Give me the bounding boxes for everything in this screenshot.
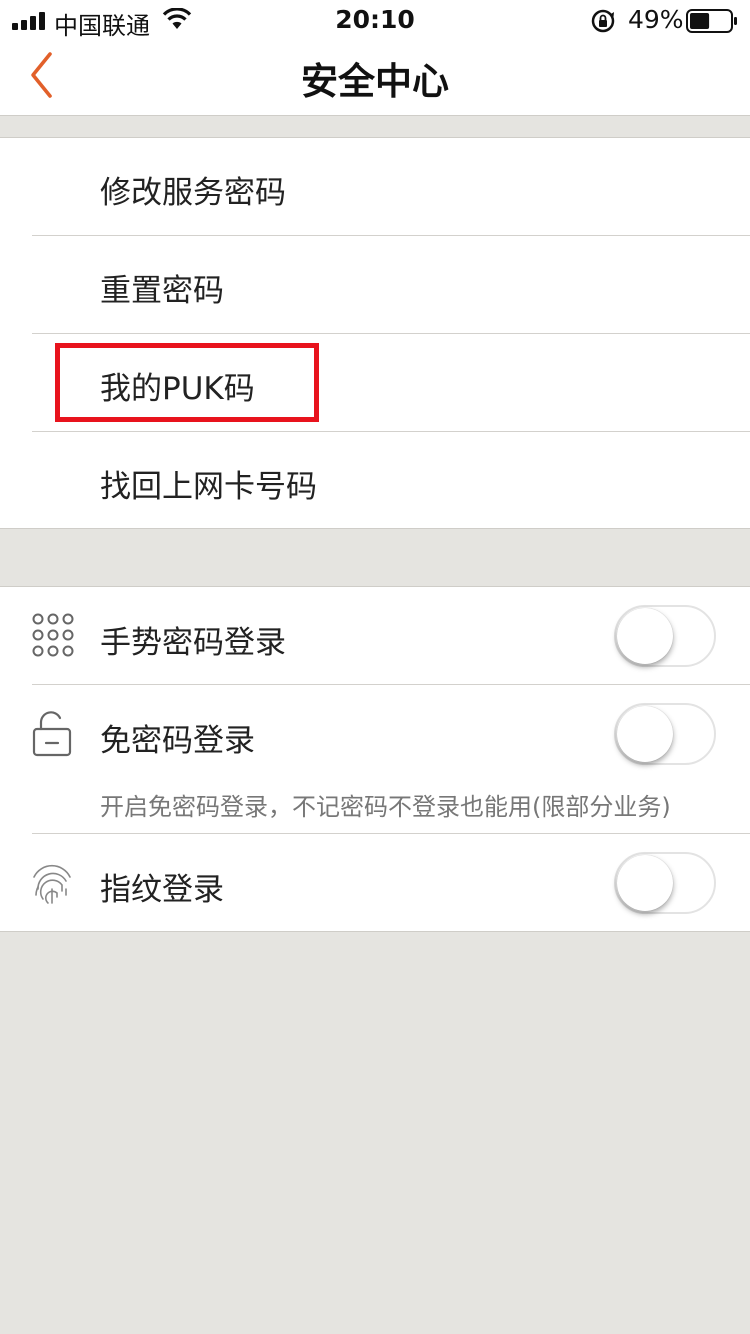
rotation-lock-icon: [591, 9, 615, 33]
status-bar: 中国联通 20:10 49%: [0, 0, 750, 40]
menu-item-recover-data-card-number[interactable]: 找回上网卡号码: [0, 432, 750, 530]
menu-item-reset-password[interactable]: 重置密码: [0, 236, 750, 334]
setting-hint: 开启免密码登录，不记密码不登录也能用(限部分业务): [100, 793, 671, 821]
setting-label: 免密码登录: [100, 723, 255, 759]
menu-item-label: 找回上网卡号码: [100, 469, 317, 505]
battery-percent: 49%: [628, 5, 684, 34]
toggle-knob: [617, 608, 673, 664]
setting-label: 指纹登录: [100, 872, 224, 908]
unlock-icon: [32, 711, 72, 757]
page-title: 安全中心: [301, 60, 449, 103]
menu-item-change-service-password[interactable]: 修改服务密码: [0, 138, 750, 236]
setting-fingerprint-login: 指纹登录: [0, 834, 750, 932]
setting-gesture-login: 手势密码登录: [0, 587, 750, 684]
password-free-login-toggle[interactable]: [614, 703, 716, 765]
battery-icon: [686, 9, 737, 33]
fingerprint-login-toggle[interactable]: [614, 852, 716, 914]
menu-item-label: 重置密码: [100, 273, 224, 309]
gesture-login-toggle[interactable]: [614, 605, 716, 667]
security-menu: 修改服务密码 重置密码 我的PUK码 找回上网卡号码: [0, 137, 750, 529]
menu-item-label: 修改服务密码: [100, 175, 286, 211]
fingerprint-icon: [33, 864, 71, 904]
setting-password-free-login: 免密码登录 开启免密码登录，不记密码不登录也能用(限部分业务): [0, 685, 750, 833]
setting-label: 手势密码登录: [100, 625, 286, 661]
toggle-knob: [617, 855, 673, 911]
highlight-annotation-box: [55, 343, 319, 422]
nav-bar: 安全中心: [0, 40, 750, 116]
toggle-knob: [617, 706, 673, 762]
login-settings: 手势密码登录 免密码登录 开启免密码登录，不记密码不登录也能用(限部分业务) 指…: [0, 586, 750, 932]
gesture-grid-icon: [32, 613, 74, 657]
